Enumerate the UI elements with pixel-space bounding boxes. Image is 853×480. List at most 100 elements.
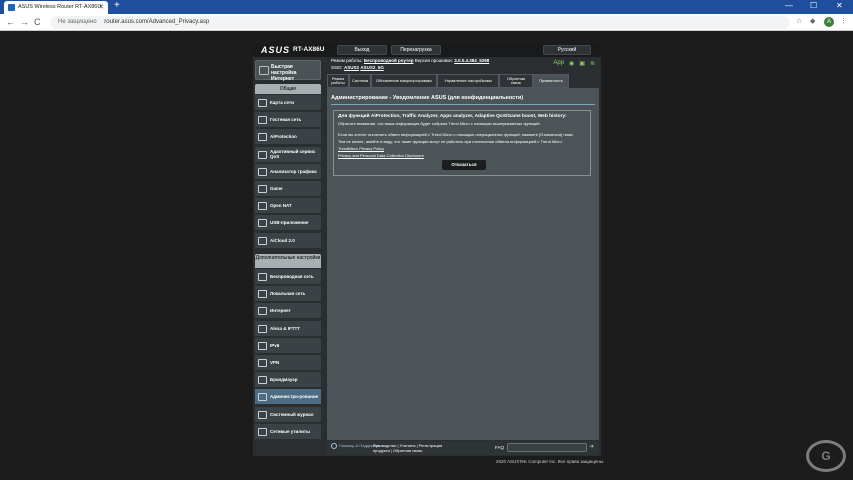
usb-status-icon[interactable]: ▣ bbox=[579, 60, 585, 67]
sidebar-item-traffic[interactable]: Анализатор трафика bbox=[255, 163, 321, 180]
qos-icon bbox=[258, 150, 267, 159]
footer-links[interactable]: Руководство | Утилиты | Регистрация прод… bbox=[373, 443, 442, 453]
sidebar-item-firewall[interactable]: Брандмауэр bbox=[255, 372, 321, 389]
notice-warning: Тем не менее, имейте в виду, что такие ф… bbox=[338, 139, 563, 144]
guest-network-icon bbox=[258, 116, 267, 125]
firewall-icon bbox=[258, 376, 267, 385]
router-header: ASUS RT-AX86U Выход Перезагрузка Русский bbox=[253, 43, 601, 57]
router-footer: Помощь & Поддержка Руководство | Утилиты… bbox=[327, 441, 599, 455]
firmware-link[interactable]: 3.0.0.4.384_5298 bbox=[454, 58, 489, 63]
sidebar-item-nat[interactable]: Open NAT bbox=[255, 198, 321, 215]
privacy-notice-box: Для функций AiProtection, Traffic Analyz… bbox=[333, 110, 591, 176]
sidebar-item-cloud[interactable]: AiCloud 2.0 bbox=[255, 232, 321, 249]
sidebar-item-guest-network[interactable]: Гостевая сеть bbox=[255, 112, 321, 129]
sidebar-item-shield[interactable]: AiProtection bbox=[255, 129, 321, 146]
sidebar: Быстрая настройка Интернет Общие Карта с… bbox=[253, 58, 323, 456]
forward-button[interactable]: → bbox=[20, 17, 29, 27]
status-line-ssid: SSID: ASUS2 ASUS2_5G bbox=[331, 65, 384, 70]
faq-search-input[interactable] bbox=[507, 443, 587, 452]
sidebar-item-alexa[interactable]: Alexa & IFTTT bbox=[255, 320, 321, 337]
globe-icon bbox=[258, 307, 267, 316]
browser-tab-strip: ASUS Wireless Router RT-AX86U ✕ + — ☐ ✕ bbox=[0, 0, 853, 14]
notice-title: Для функций AiProtection, Traffic Analyz… bbox=[338, 114, 567, 119]
ssid-5-link[interactable]: ASUS2_5G bbox=[360, 65, 384, 70]
language-select[interactable]: Русский bbox=[543, 45, 591, 55]
quick-setup-button[interactable]: Быстрая настройка Интернет bbox=[255, 60, 321, 82]
maximize-button[interactable]: ☐ bbox=[810, 1, 817, 10]
status-line-mode: Режим работы: Беспроводной роутер Версия… bbox=[331, 58, 490, 63]
tab-4[interactable]: Обратная связь bbox=[499, 74, 533, 88]
faq-go-icon[interactable]: ➔ bbox=[589, 443, 597, 452]
router-app: ASUS RT-AX86U Выход Перезагрузка Русский… bbox=[253, 43, 601, 456]
admin-icon bbox=[258, 393, 267, 402]
wizard-icon bbox=[259, 66, 269, 75]
new-tab-button[interactable]: + bbox=[114, 0, 120, 11]
url-field[interactable]: Не защищено router.asus.com/Advanced_Pri… bbox=[50, 16, 790, 29]
network-map-icon bbox=[258, 99, 267, 107]
sidebar-item-admin[interactable]: Администри-рование bbox=[255, 389, 321, 406]
tab-5[interactable]: Приватность bbox=[533, 74, 569, 88]
general-section-header: Общие bbox=[255, 84, 321, 94]
cloud-icon bbox=[258, 236, 267, 245]
app-status-label[interactable]: App bbox=[553, 60, 564, 67]
wifi-status-icon[interactable]: ≋ bbox=[590, 60, 595, 67]
extension-icon[interactable]: ◆ bbox=[810, 17, 815, 25]
notice-desc: Обратите внимание, что ваша информация б… bbox=[338, 121, 541, 126]
model-name: RT-AX86U bbox=[293, 46, 325, 53]
nat-icon bbox=[258, 202, 267, 211]
privacy-disclosure-link[interactable]: Privacy and Personal Data Collection Dis… bbox=[338, 152, 586, 159]
trendmicro-privacy-link[interactable]: TrendMicro Privacy Policy bbox=[338, 145, 586, 152]
sidebar-item-wifi[interactable]: Беспроводная сеть bbox=[255, 269, 321, 285]
op-mode-link[interactable]: Беспроводной роутер bbox=[364, 58, 414, 63]
url-text: router.asus.com/Advanced_Privacy.asp bbox=[104, 19, 210, 25]
sidebar-item-log[interactable]: Системный журнал bbox=[255, 406, 321, 423]
usb-icon bbox=[258, 219, 267, 228]
menu-dots-icon[interactable]: ⋮ bbox=[840, 17, 847, 25]
browser-tab[interactable]: ASUS Wireless Router RT-AX86U ✕ bbox=[4, 1, 108, 14]
bookmark-star-icon[interactable]: ☆ bbox=[796, 17, 802, 25]
ipv6-icon bbox=[258, 341, 267, 350]
asus-logo: ASUS bbox=[261, 45, 291, 55]
wifi-icon bbox=[258, 273, 267, 281]
advanced-section-header: Дополнительные настройки bbox=[255, 254, 321, 268]
asus-favicon-icon bbox=[8, 4, 15, 11]
address-bar-row: ← → C Не защищено router.asus.com/Advanc… bbox=[0, 14, 853, 31]
logout-button[interactable]: Выход bbox=[337, 45, 387, 55]
status-icons: App ◉ ▣ ≋ bbox=[553, 60, 595, 67]
tab-2[interactable]: Обновление микропрограммы bbox=[371, 74, 437, 88]
minimize-button[interactable]: — bbox=[785, 1, 793, 10]
led-icon[interactable]: ◉ bbox=[569, 60, 574, 67]
tab-0[interactable]: Режим работы bbox=[327, 74, 349, 88]
lan-icon bbox=[258, 290, 267, 299]
ssid-24-link[interactable]: ASUS2 bbox=[344, 65, 359, 70]
main-content: Режим работы: Беспроводной роутер Версия… bbox=[327, 58, 599, 456]
sidebar-item-tools[interactable]: Сетевые утилиты bbox=[255, 423, 321, 440]
tab-3[interactable]: Управление настройками bbox=[437, 74, 499, 88]
sidebar-item-qos[interactable]: Адаптивный сервис QoS bbox=[255, 146, 321, 163]
optout-button[interactable]: Отказаться bbox=[442, 160, 486, 170]
window-close-button[interactable]: ✕ bbox=[836, 1, 843, 10]
sidebar-item-usb[interactable]: USB-приложение bbox=[255, 215, 321, 232]
log-icon bbox=[258, 410, 267, 419]
tab-close-icon[interactable]: ✕ bbox=[98, 3, 104, 11]
vpn-icon bbox=[258, 359, 267, 367]
profile-avatar[interactable]: A bbox=[824, 17, 834, 27]
sidebar-item-ipv6[interactable]: IPv6 bbox=[255, 337, 321, 354]
alexa-icon bbox=[258, 324, 267, 333]
sidebar-item-network-map[interactable]: Карта сети bbox=[255, 95, 321, 111]
tab-title: ASUS Wireless Router RT-AX86U bbox=[18, 4, 102, 10]
reboot-button[interactable]: Перезагрузка bbox=[391, 45, 441, 55]
sidebar-item-vpn[interactable]: VPN bbox=[255, 355, 321, 371]
not-secure-label: Не защищено bbox=[58, 19, 97, 25]
sidebar-item-globe[interactable]: Интернет bbox=[255, 303, 321, 320]
back-button[interactable]: ← bbox=[6, 17, 15, 27]
help-icon bbox=[331, 443, 337, 449]
tab-1[interactable]: Система bbox=[349, 74, 371, 88]
reload-button[interactable]: C bbox=[34, 17, 41, 27]
sidebar-item-lan[interactable]: Локальная сеть bbox=[255, 286, 321, 303]
title-divider bbox=[331, 104, 595, 105]
sidebar-item-gamepad[interactable]: Game bbox=[255, 181, 321, 197]
gamepad-icon bbox=[258, 185, 267, 193]
watermark-logo: G bbox=[806, 440, 846, 472]
privacy-panel: Администрирование - Уведомление ASUS (дл… bbox=[327, 88, 599, 440]
